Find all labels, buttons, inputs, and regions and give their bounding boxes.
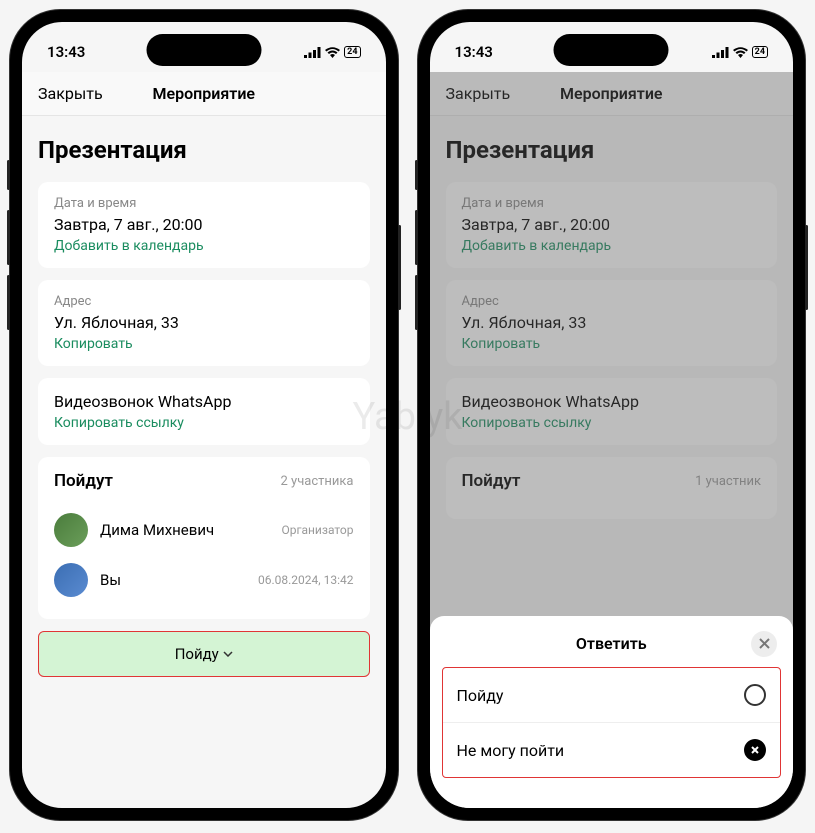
rsvp-button[interactable]: Пойду — [38, 631, 370, 677]
close-button[interactable]: Закрыть — [446, 84, 511, 103]
rsvp-label: Пойду — [175, 645, 219, 663]
cellular-icon — [304, 47, 321, 58]
videocall-card: Видеозвонок WhatsApp Копировать ссылку — [38, 378, 370, 445]
battery-icon: 24 — [344, 46, 360, 58]
videocall-card: Видеозвонок WhatsApp Копировать ссылку — [446, 378, 778, 445]
datetime-value: Завтра, 7 авг., 20:00 — [462, 215, 762, 234]
status-time: 13:43 — [47, 43, 85, 61]
option-label: Не могу пойти — [457, 741, 565, 760]
address-value: Ул. Яблочная, 33 — [54, 313, 354, 332]
option-label: Пойду — [457, 686, 504, 705]
copy-address-link[interactable]: Копировать — [54, 336, 354, 352]
nav-bar: Закрыть Мероприятие — [430, 72, 794, 116]
avatar — [54, 563, 88, 597]
event-title: Презентация — [38, 136, 370, 164]
datetime-card: Дата и время Завтра, 7 авг., 20:00 Добав… — [446, 182, 778, 268]
battery-icon: 24 — [752, 46, 768, 58]
nav-title: Мероприятие — [152, 84, 255, 103]
nav-bar: Закрыть Мероприятие — [22, 72, 386, 116]
participant-row[interactable]: Вы 06.08.2024, 13:42 — [54, 555, 354, 605]
dynamic-island — [554, 34, 669, 66]
datetime-value: Завтра, 7 авг., 20:00 — [54, 215, 354, 234]
dynamic-island — [146, 34, 261, 66]
copy-link-action[interactable]: Копировать ссылку — [54, 415, 354, 431]
radio-x-icon — [744, 739, 766, 761]
event-title: Презентация — [446, 136, 778, 164]
attendees-count: 1 участник — [695, 474, 761, 489]
videocall-value: Видеозвонок WhatsApp — [462, 392, 762, 411]
attendees-title: Пойдут — [54, 471, 113, 491]
phone-mockup-right: 13:43 24 Закрыть Мероприятие Презентация… — [418, 10, 806, 820]
close-button[interactable]: Закрыть — [38, 84, 103, 103]
address-value: Ул. Яблочная, 33 — [462, 313, 762, 332]
participant-name: Дима Михневич — [100, 521, 281, 539]
attendees-card: Пойдут 1 участник — [446, 457, 778, 519]
copy-link-action[interactable]: Копировать ссылку — [462, 415, 762, 431]
copy-address-link[interactable]: Копировать — [462, 336, 762, 352]
videocall-value: Видеозвонок WhatsApp — [54, 392, 354, 411]
phone-mockup-left: 13:43 24 Закрыть Мероприятие Презентация… — [10, 10, 398, 820]
participant-meta: Организатор — [281, 523, 353, 537]
close-icon — [759, 638, 770, 649]
address-card: Адрес Ул. Яблочная, 33 Копировать — [446, 280, 778, 366]
add-to-calendar-link[interactable]: Добавить в календарь — [54, 238, 354, 254]
add-to-calendar-link[interactable]: Добавить в календарь — [462, 238, 762, 254]
attendees-card: Пойдут 2 участника Дима Михневич Организ… — [38, 457, 370, 619]
datetime-label: Дата и время — [54, 196, 354, 211]
status-time: 13:43 — [455, 43, 493, 61]
participant-row[interactable]: Дима Михневич Организатор — [54, 505, 354, 555]
datetime-label: Дата и время — [462, 196, 762, 211]
wifi-icon — [733, 47, 748, 58]
nav-title: Мероприятие — [560, 84, 663, 103]
participant-name: Вы — [100, 571, 258, 589]
response-sheet: Ответить Пойду Не могу пойти — [430, 616, 794, 808]
address-card: Адрес Ул. Яблочная, 33 Копировать — [38, 280, 370, 366]
option-not-going[interactable]: Не могу пойти — [443, 722, 781, 777]
chevron-down-icon — [223, 651, 233, 657]
sheet-title: Ответить — [576, 634, 647, 653]
sheet-close-button[interactable] — [751, 631, 777, 657]
option-going[interactable]: Пойду — [443, 668, 781, 722]
wifi-icon — [325, 47, 340, 58]
attendees-title: Пойдут — [462, 471, 521, 491]
datetime-card: Дата и время Завтра, 7 авг., 20:00 Добав… — [38, 182, 370, 268]
avatar — [54, 513, 88, 547]
cellular-icon — [712, 47, 729, 58]
address-label: Адрес — [462, 294, 762, 309]
radio-unselected-icon — [744, 684, 766, 706]
address-label: Адрес — [54, 294, 354, 309]
participant-meta: 06.08.2024, 13:42 — [258, 573, 354, 587]
attendees-count: 2 участника — [281, 474, 354, 489]
